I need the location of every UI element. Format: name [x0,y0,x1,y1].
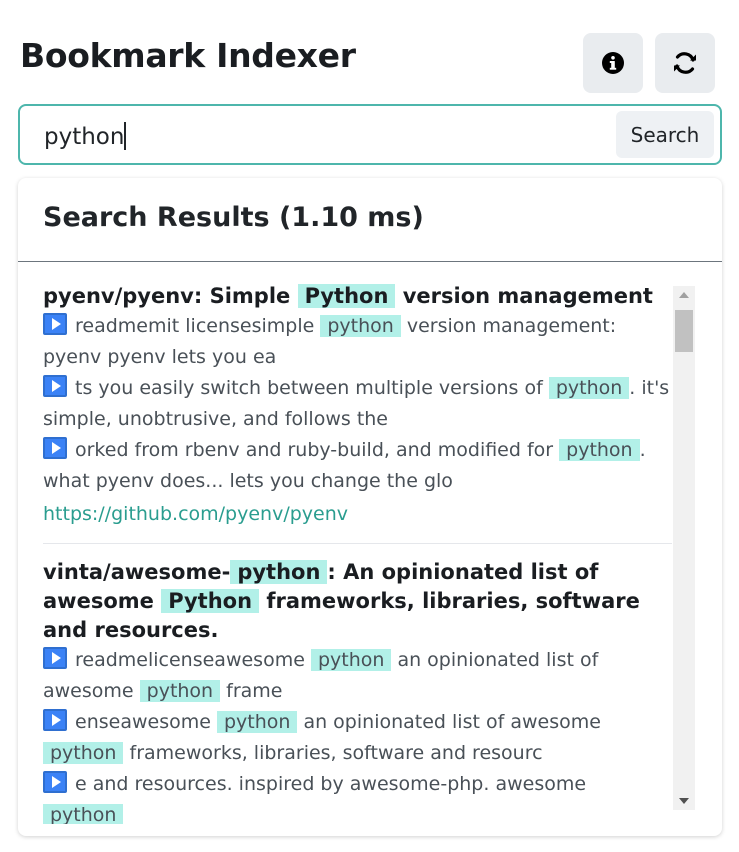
info-circle-icon [602,52,624,74]
result-title-text: vinta/awesome- [43,560,231,584]
refresh-icon [674,52,696,74]
snippet-text: orked from rbenv and ruby-build, and mod… [75,439,560,461]
result-title-text: pyenv/pyenv: Simple [43,284,298,308]
results-heading: Search Results (1.10 ms) [43,202,424,233]
result-item[interactable]: pyenv/pyenv: Simple Python version manag… [43,262,672,544]
snippet: readmemit licensesimple python version m… [43,311,672,373]
scroll-up-arrow-icon[interactable] [679,292,689,298]
result-title[interactable]: vinta/awesome-python: An opinionated lis… [43,558,672,645]
snippet-text: frameworks, libraries, software and reso… [123,742,543,764]
results-scrollbar[interactable] [673,286,695,810]
results-panel: Search Results (1.10 ms) pyenv/pyenv: Si… [18,178,722,836]
search-input[interactable]: python [44,122,127,150]
app-title: Bookmark Indexer [20,36,356,75]
play-icon[interactable] [43,437,67,459]
info-button[interactable] [583,33,643,93]
text-caret [124,122,127,150]
highlight: python [139,680,221,702]
play-icon[interactable] [43,709,67,731]
header: Bookmark Indexer [20,36,356,75]
snippet-text: e and resources. inspired by awesome-php… [75,773,587,795]
snippet-text: enseawesome [75,711,217,733]
highlight: python [320,315,401,337]
snippet: ts you easily switch between multiple ve… [43,373,672,435]
snippet-text: readmemit licensesimple [75,315,321,337]
search-button[interactable]: Search [616,111,714,158]
snippet: enseawesome python an opinionated list o… [43,707,672,769]
search-input-value: python [44,124,125,150]
snippet-text: frame [220,680,283,702]
snippet: e and resources. inspired by awesome-php… [43,769,672,824]
highlight: Python [161,589,260,613]
highlight: python [216,711,298,733]
scroll-thumb[interactable] [675,310,693,352]
scroll-down-arrow-icon[interactable] [679,798,689,804]
snippet-text: ts you easily switch between multiple ve… [75,377,549,399]
highlight: python [548,377,630,399]
search-bar: python Search [18,104,722,165]
snippet: readmelicenseawesome python an opinionat… [43,645,672,707]
results-header: Search Results (1.10 ms) [18,178,722,262]
result-title[interactable]: pyenv/pyenv: Simple Python version manag… [43,282,672,311]
results-list[interactable]: pyenv/pyenv: Simple Python version manag… [18,262,672,824]
snippet-text: an opinionated list of awesome [297,711,601,733]
refresh-button[interactable] [655,33,715,93]
result-url[interactable]: https://github.com/pyenv/pyenv [43,497,672,531]
highlight: python [43,804,124,824]
highlight: python [559,439,640,461]
play-icon[interactable] [43,647,67,669]
snippet-text: readmelicenseawesome [75,649,311,671]
play-icon[interactable] [43,375,67,397]
highlight: python [310,649,392,671]
snippet: orked from rbenv and ruby-build, and mod… [43,435,672,497]
highlight: python [230,560,328,584]
play-icon[interactable] [43,313,67,335]
result-item[interactable]: vinta/awesome-python: An opinionated lis… [43,544,672,824]
highlight: python [43,742,124,764]
play-icon[interactable] [43,771,67,793]
highlight: Python [297,284,396,308]
result-title-text: version management [395,284,653,308]
